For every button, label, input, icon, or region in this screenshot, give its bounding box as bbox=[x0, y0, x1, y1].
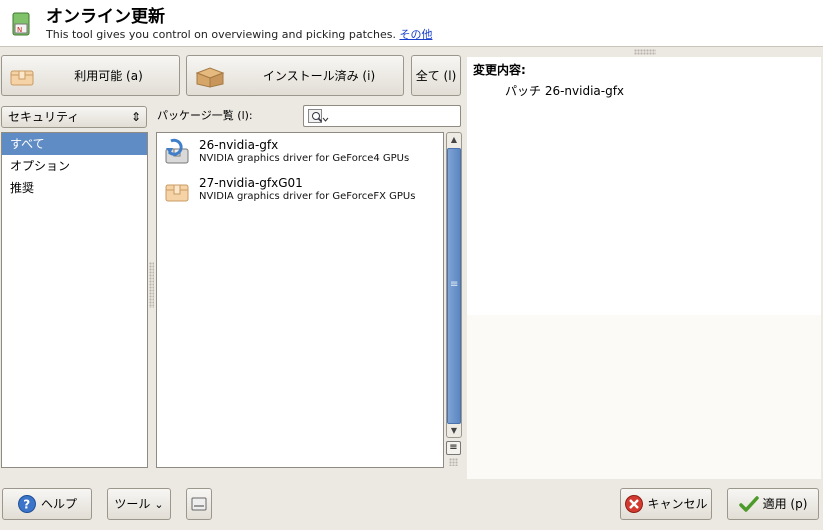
cancel-button[interactable]: キャンセル bbox=[620, 488, 712, 520]
help-label: ヘルプ bbox=[40, 497, 77, 511]
package-name: 26-nvidia-gfx bbox=[199, 138, 279, 152]
category-list[interactable]: すべて オプション 推奨 bbox=[1, 132, 148, 468]
keyboard-button[interactable] bbox=[186, 488, 212, 520]
available-label: 利用可能 (a) bbox=[74, 68, 143, 83]
scroll-up-arrow-icon[interactable]: ▲ bbox=[447, 133, 461, 147]
search-icon bbox=[308, 109, 329, 123]
keyboard-icon bbox=[191, 497, 207, 511]
open-box-icon bbox=[195, 67, 225, 88]
updown-arrow-icon: ⇕ bbox=[130, 110, 141, 124]
help-button[interactable]: ? ヘルプ bbox=[2, 488, 92, 520]
package-icon bbox=[165, 184, 189, 202]
app-icon: N bbox=[12, 12, 30, 36]
box-icon bbox=[10, 70, 34, 86]
more-link[interactable]: その他 bbox=[399, 28, 432, 41]
checkmark-icon bbox=[738, 496, 759, 512]
installed-label: インストール済み (i) bbox=[262, 68, 376, 83]
changes-item: パッチ 26-nvidia-gfx bbox=[505, 84, 625, 98]
available-button[interactable]: 利用可能 (a) bbox=[1, 55, 180, 96]
all-label: 全て (l) bbox=[415, 68, 457, 83]
tools-label: ツール bbox=[114, 497, 151, 511]
chevron-down-icon: ⌄ bbox=[154, 497, 164, 511]
category-item-optional[interactable]: オプション bbox=[2, 155, 147, 177]
cancel-label: キャンセル bbox=[647, 497, 708, 511]
tools-button[interactable]: ツール ⌄ bbox=[107, 488, 171, 520]
package-description: NVIDIA graphics driver for GeForceFX GPU… bbox=[199, 191, 416, 202]
help-icon: ? bbox=[17, 495, 36, 513]
cancel-icon bbox=[625, 495, 644, 513]
category-item-recommended[interactable]: 推奨 bbox=[2, 177, 147, 199]
package-list[interactable]: 26-nvidia-gfx NVIDIA graphics driver for… bbox=[156, 132, 444, 468]
svg-text:?: ? bbox=[23, 498, 30, 512]
svg-text:N: N bbox=[17, 26, 22, 34]
package-row[interactable]: 27-nvidia-gfxG01 NVIDIA graphics driver … bbox=[157, 171, 443, 209]
scrollbar-thumb[interactable]: ≡ bbox=[447, 148, 461, 424]
package-list-label: パッケージ一覧 (l): bbox=[157, 109, 253, 122]
page-subtitle: This tool gives you control on overviewi… bbox=[46, 28, 432, 42]
category-item-all[interactable]: すべて bbox=[2, 133, 147, 155]
grip-lines-icon: ≡ bbox=[450, 279, 459, 290]
package-update-icon bbox=[165, 138, 189, 164]
category-select[interactable]: セキュリティ ⇕ bbox=[1, 106, 147, 128]
page-title: オンライン更新 bbox=[46, 7, 165, 27]
changes-heading: 変更内容: bbox=[473, 63, 526, 77]
all-button[interactable]: 全て (l) bbox=[411, 55, 461, 96]
search-input[interactable] bbox=[332, 108, 456, 124]
pane-grip-top[interactable] bbox=[634, 49, 656, 55]
apply-button[interactable]: 適用 (p) bbox=[727, 488, 819, 520]
category-select-value: セキュリティ bbox=[8, 110, 80, 124]
installed-button[interactable]: インストール済み (i) bbox=[186, 55, 404, 96]
apply-label: 適用 (p) bbox=[762, 497, 808, 511]
package-description: NVIDIA graphics driver for GeForce4 GPUs bbox=[199, 153, 410, 164]
search-field[interactable] bbox=[303, 105, 461, 127]
pane-grip-left[interactable] bbox=[149, 262, 154, 308]
list-options-icon[interactable]: ≡ bbox=[446, 441, 461, 455]
resize-grip[interactable] bbox=[449, 458, 458, 466]
package-row[interactable]: 26-nvidia-gfx NVIDIA graphics driver for… bbox=[157, 133, 443, 171]
subtitle-text: This tool gives you control on overviewi… bbox=[46, 28, 396, 41]
scroll-down-arrow-icon[interactable]: ▼ bbox=[447, 425, 461, 437]
package-name: 27-nvidia-gfxG01 bbox=[199, 176, 303, 190]
